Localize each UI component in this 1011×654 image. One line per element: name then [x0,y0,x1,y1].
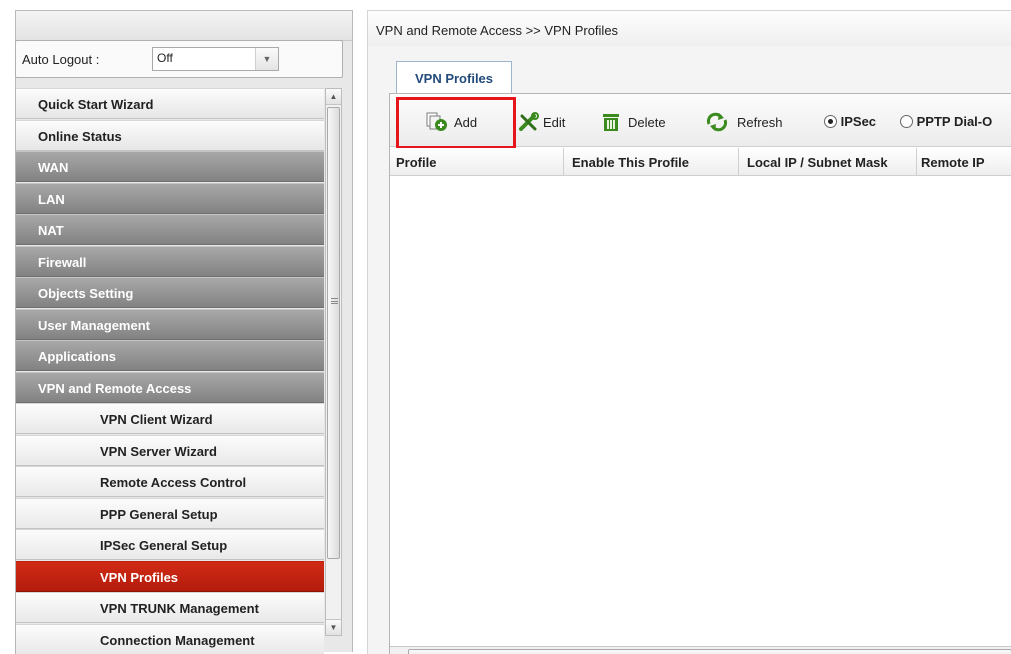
sidebar-item-vpn-client-wizard[interactable]: VPN Client Wizard [16,403,324,434]
edit-button[interactable]: Edit [518,112,573,132]
sidebar-scrollbar[interactable]: ▲ ▼ [325,88,342,636]
highlight-box [396,97,516,149]
radio-selected-icon[interactable] [824,115,837,128]
column-header-local-ip[interactable]: Local IP / Subnet Mask [739,148,917,175]
sidebar-item-quick-start-wizard[interactable]: Quick Start Wizard [16,88,324,119]
sidebar-item-firewall[interactable]: Firewall [16,245,324,277]
radio-ipsec[interactable]: IPSec [824,114,894,132]
horizontal-scrollbar-thumb[interactable]: ||| [408,649,1011,654]
column-header-enable[interactable]: Enable This Profile [564,148,739,175]
breadcrumb: VPN and Remote Access >> VPN Profiles [376,23,619,38]
tools-icon [519,112,539,131]
sidebar-item-vpn-profiles[interactable]: VPN Profiles [16,560,324,592]
auto-logout-label: Auto Logout : [22,52,100,67]
sidebar-header [16,11,352,41]
sidebar-item-connection-management[interactable]: Connection Management [16,623,324,654]
sidebar-item-remote-access-control[interactable]: Remote Access Control [16,466,324,497]
auto-logout-value: Off [157,51,173,65]
sidebar-item-wan[interactable]: WAN [16,151,324,182]
edit-label: Edit [543,115,566,130]
sidebar-item-user-management[interactable]: User Management [16,308,324,340]
main-header: VPN and Remote Access >> VPN Profiles [367,10,1011,46]
sidebar-menu: Quick Start Wizard Online Status WAN LAN NAT… [15,88,324,654]
refresh-label: Refresh [737,115,783,130]
sidebar-item-ppp-general-setup[interactable]: PPP General Setup [16,497,324,529]
delete-button[interactable]: Delete [600,114,680,132]
table-header: Profile Enable This Profile Local IP / S… [390,148,1011,176]
radio-pptp-label: PPTP Dial-O [916,114,993,129]
tab-vpn-profiles[interactable]: VPN Profiles [396,61,512,93]
grip-icon [331,298,338,304]
column-header-remote-ip[interactable]: Remote IP [917,148,1011,175]
sidebar-item-online-status[interactable]: Online Status [16,119,324,151]
scroll-left-arrow-icon[interactable]: ◀ [392,649,407,654]
scroll-down-arrow-icon[interactable]: ▼ [326,619,341,635]
radio-ipsec-label: IPSec [840,114,877,129]
sidebar-item-vpn-and-remote-access[interactable]: VPN and Remote Access [16,371,324,403]
radio-pptp[interactable]: PPTP Dial-O [900,114,1011,132]
scrollbar-thumb[interactable] [327,107,340,559]
sidebar-item-ipsec-general-setup[interactable]: IPSec General Setup [16,529,324,560]
refresh-icon [706,112,728,132]
sidebar-item-vpn-server-wizard[interactable]: VPN Server Wizard [16,434,324,466]
sidebar-item-nat[interactable]: NAT [16,214,324,245]
auto-logout-bar: Auto Logout : Off ▼ [15,40,343,78]
delete-label: Delete [628,115,666,130]
chevron-down-icon[interactable]: ▼ [255,48,278,70]
refresh-button[interactable]: Refresh [705,112,795,132]
sidebar-item-lan[interactable]: LAN [16,182,324,214]
trash-icon [603,114,619,131]
profiles-panel: Add Edit Delete Refresh IPSec PPTP Dial-… [389,93,1011,654]
main-body: VPN Profiles Add Edit Delete Refresh IPS… [367,46,1011,654]
sidebar-item-applications[interactable]: Applications [16,340,324,371]
radio-unselected-icon[interactable] [900,115,913,128]
column-header-profile[interactable]: Profile [390,148,564,175]
sidebar-item-objects-setting[interactable]: Objects Setting [16,277,324,308]
horizontal-scrollbar[interactable]: ◀ ||| [390,646,1011,654]
auto-logout-select[interactable]: Off ▼ [152,47,279,71]
sidebar-item-vpn-trunk-management[interactable]: VPN TRUNK Management [16,592,324,623]
scroll-up-arrow-icon[interactable]: ▲ [326,89,341,105]
